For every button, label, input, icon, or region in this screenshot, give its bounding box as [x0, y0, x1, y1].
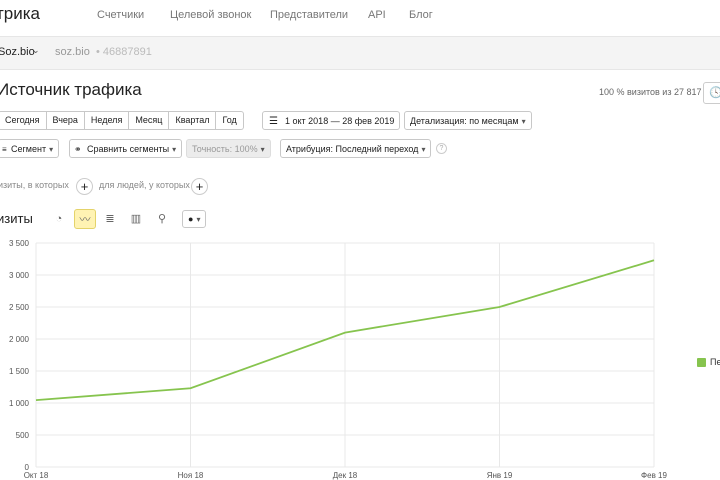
chevron-down-icon[interactable]: ⌄: [32, 45, 40, 56]
nav-api[interactable]: API: [368, 9, 386, 21]
accuracy-dropdown[interactable]: Точность: 100% ▾: [186, 139, 271, 158]
chart-metric-label: изиты: [0, 211, 33, 226]
calendar-icon: ☰: [269, 116, 278, 127]
period-quarter[interactable]: Квартал: [169, 111, 217, 130]
visits-share: 100 % визитов из 27 817: [599, 87, 702, 97]
add-people-filter-button[interactable]: +: [191, 178, 208, 195]
x-axis: Окт 18 Ноя 18 Дек 18 Янв 19 Фев 19: [24, 471, 668, 480]
y-tick-label: 1 000: [9, 399, 30, 408]
chevron-down-icon: ▾: [260, 145, 265, 154]
x-tick-label: Дек 18: [333, 471, 358, 480]
map-pin-icon[interactable]: ⚲: [151, 209, 173, 229]
chevron-down-icon: ▾: [421, 145, 426, 154]
chart-grid: [35, 242, 655, 468]
y-axis: 3 5003 0002 5002 0001 5001 0005000: [9, 239, 30, 472]
chevron-down-icon: ▾: [49, 145, 54, 154]
period-today[interactable]: Сегодня: [0, 111, 47, 130]
counter-selector[interactable]: Soz.bio: [0, 46, 35, 58]
period-month[interactable]: Месяц: [129, 111, 170, 130]
period-selector: Сегодня Вчера Неделя Месяц Квартал Год: [0, 111, 244, 130]
visits-line-chart: 3 5003 0002 5002 0001 5001 0005000 Окт 1…: [9, 239, 668, 480]
detail-dropdown[interactable]: Детализация: по месяцам ▾: [404, 111, 532, 130]
y-tick-label: 1 500: [9, 367, 30, 376]
history-button[interactable]: 🕓: [703, 82, 720, 104]
nav-target-call[interactable]: Целевой звонок: [170, 9, 251, 21]
chevron-down-icon: ▾: [521, 117, 526, 126]
clock-icon: 🕓: [709, 87, 720, 99]
visits-filter-label: изиты, в которых: [0, 180, 69, 190]
y-tick-label: 3 000: [9, 271, 30, 280]
x-tick-label: Янв 19: [487, 471, 513, 480]
compare-segments-dropdown[interactable]: ⚭ Сравнить сегменты ▾: [69, 139, 183, 158]
counter-site: soz.bio: [55, 46, 90, 58]
annotations-dropdown[interactable]: ● ▾: [182, 210, 207, 228]
chevron-down-icon: ▾: [172, 145, 177, 154]
chevron-down-icon: ▾: [196, 215, 201, 224]
y-tick-label: 500: [16, 431, 30, 440]
pie-chart-icon[interactable]: ◔: [48, 209, 70, 229]
plus-icon: +: [80, 179, 89, 194]
bar-chart-icon[interactable]: ▥: [125, 209, 147, 229]
period-yesterday[interactable]: Вчера: [46, 111, 85, 130]
help-icon[interactable]: ?: [436, 143, 447, 154]
stacked-area-icon[interactable]: ≣: [99, 209, 121, 229]
counter-id: • 46887891: [96, 46, 152, 58]
date-range-button[interactable]: ☰ 1 окт 2018 — 28 фев 2019: [262, 111, 401, 130]
app-logo[interactable]: трика: [0, 4, 40, 24]
y-tick-label: 2 500: [9, 303, 30, 312]
counter-bar: Soz.bio ⌄ soz.bio • 46887891: [0, 36, 720, 70]
nav-representatives[interactable]: Представители: [270, 9, 348, 21]
plus-icon: +: [195, 179, 204, 194]
attribution-dropdown[interactable]: Атрибуция: Последний переход ▾: [280, 139, 432, 158]
x-tick-label: Окт 18: [24, 471, 49, 480]
nav-blog[interactable]: Блог: [409, 9, 433, 21]
comment-icon: ●: [188, 214, 194, 224]
segment-icon: ≡: [2, 145, 7, 154]
segment-dropdown[interactable]: ≡ Сегмент ▾: [0, 139, 60, 158]
line-chart-icon[interactable]: 〰: [74, 209, 96, 229]
compare-icon: ⚭: [74, 144, 82, 154]
add-visit-filter-button[interactable]: +: [76, 178, 93, 195]
y-tick-label: 3 500: [9, 239, 30, 248]
period-week[interactable]: Неделя: [84, 111, 130, 130]
people-filter-label: для людей, у которых: [99, 180, 190, 190]
legend-label: Пе: [710, 357, 720, 367]
y-tick-label: 2 000: [9, 335, 30, 344]
legend-checkbox[interactable]: [697, 358, 706, 367]
nav-counters[interactable]: Счетчики: [97, 9, 144, 21]
page-title: Источник трафика: [0, 80, 142, 99]
x-tick-label: Ноя 18: [178, 471, 204, 480]
top-navigation: трика Счетчики Целевой звонок Представит…: [0, 0, 720, 36]
x-tick-label: Фев 19: [641, 471, 667, 480]
period-year[interactable]: Год: [216, 111, 244, 130]
